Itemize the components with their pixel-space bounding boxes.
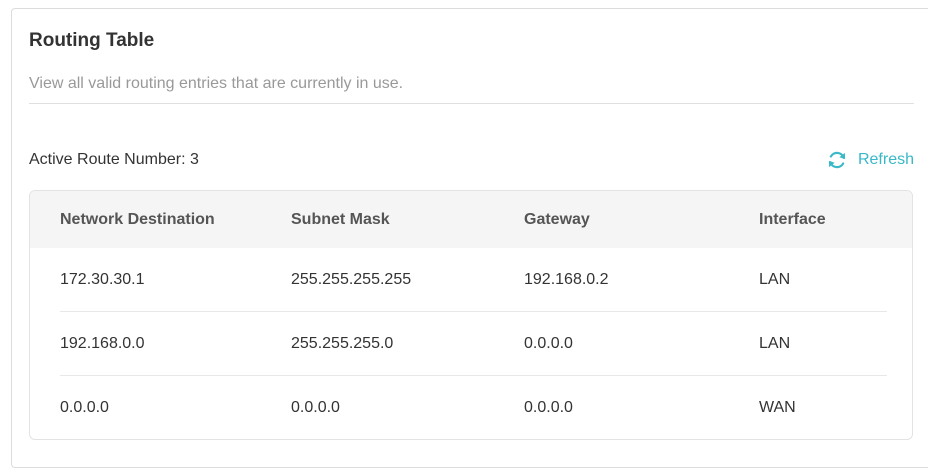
- column-header-subnet-mask: Subnet Mask: [291, 211, 390, 228]
- cell-interface: LAN: [759, 271, 791, 288]
- cell-subnet-mask: 255.255.255.255: [291, 271, 412, 288]
- refresh-label[interactable]: Refresh: [858, 150, 914, 170]
- cell-network-destination: 172.30.30.1: [60, 271, 145, 288]
- page-title: Routing Table: [29, 30, 155, 51]
- page-subtitle: View all valid routing entries that are …: [29, 75, 404, 92]
- cell-subnet-mask: 0.0.0.0: [291, 399, 340, 416]
- routing-table: Network Destination Subnet Mask Gateway …: [29, 190, 913, 440]
- cell-subnet-mask: 255.255.255.0: [291, 335, 394, 352]
- cell-network-destination: 192.168.0.0: [60, 335, 145, 352]
- column-header-interface: Interface: [759, 211, 826, 228]
- table-row: 172.30.30.1 255.255.255.255 192.168.0.2 …: [30, 248, 912, 312]
- table-header: Network Destination Subnet Mask Gateway …: [30, 191, 912, 248]
- column-header-gateway: Gateway: [524, 211, 590, 228]
- table-row: 0.0.0.0 0.0.0.0 0.0.0.0 WAN: [30, 376, 912, 439]
- column-header-network-destination: Network Destination: [60, 211, 215, 228]
- active-route-count: Active Route Number: 3: [29, 151, 199, 168]
- header-divider: [29, 103, 914, 104]
- cell-network-destination: 0.0.0.0: [60, 399, 109, 416]
- cell-gateway: 0.0.0.0: [524, 399, 573, 416]
- cell-interface: WAN: [759, 399, 796, 416]
- cell-interface: LAN: [759, 335, 791, 352]
- refresh-icon: [828, 151, 846, 169]
- refresh-button[interactable]: Refresh: [826, 149, 914, 171]
- cell-gateway: 192.168.0.2: [524, 271, 609, 288]
- cell-gateway: 0.0.0.0: [524, 335, 573, 352]
- table-row: 192.168.0.0 255.255.255.0 0.0.0.0 LAN: [30, 312, 912, 376]
